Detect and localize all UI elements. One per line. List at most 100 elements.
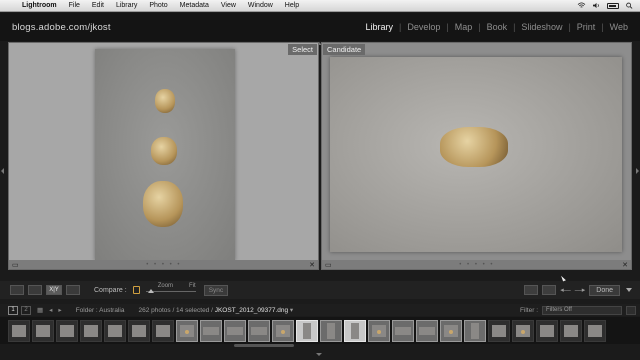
filmstrip-thumbnail[interactable] xyxy=(440,319,462,342)
lock-icon[interactable] xyxy=(132,286,140,294)
compare-label: Compare : xyxy=(94,286,127,294)
filmstrip-thumbnail[interactable] xyxy=(80,319,102,342)
filmstrip-thumbnail[interactable] xyxy=(488,319,510,342)
make-select-button[interactable] xyxy=(542,285,557,295)
next-arrow-icon[interactable]: —▸ xyxy=(575,286,586,294)
candidate-close-icon[interactable]: ✕ xyxy=(622,261,628,269)
zoom-slider[interactable]: Zoom Fit xyxy=(145,283,196,295)
filmstrip-thumbnail[interactable] xyxy=(200,319,222,342)
filmstrip-thumbnail[interactable] xyxy=(56,319,78,342)
menu-window[interactable]: Window xyxy=(242,2,279,9)
swap-button[interactable] xyxy=(524,285,539,295)
battery-icon[interactable] xyxy=(607,2,619,9)
module-book[interactable]: Book xyxy=(481,22,514,32)
candidate-star-rating[interactable]: ▭ xyxy=(325,261,332,269)
sync-button[interactable]: Sync xyxy=(203,284,229,296)
filmstrip-thumbnail[interactable] xyxy=(248,319,270,342)
filmstrip-thumbnail[interactable] xyxy=(152,319,174,342)
filmstrip-thumbnail[interactable] xyxy=(32,319,54,342)
mouse-cursor-icon xyxy=(561,274,566,282)
filmstrip-thumbnail[interactable] xyxy=(128,319,150,342)
zoom-label: Zoom xyxy=(157,283,174,289)
module-slideshow[interactable]: Slideshow xyxy=(515,22,568,32)
filmstrip-thumbnail[interactable] xyxy=(320,319,342,342)
lightroom-top-panel: blogs.adobe.com/jkost Library | Develop … xyxy=(0,13,640,41)
back-arrow-icon[interactable]: ◂ xyxy=(49,306,52,314)
toolbar-options-chevron-down-icon[interactable] xyxy=(626,288,632,292)
select-photo[interactable] xyxy=(95,49,235,261)
loupe-view-button[interactable] xyxy=(28,285,42,295)
filmstrip-thumbnail[interactable] xyxy=(536,319,558,342)
menu-view[interactable]: View xyxy=(215,2,242,9)
candidate-photo[interactable] xyxy=(330,57,622,252)
candidate-pane-footer: ▭ • • • • • ✕ xyxy=(322,260,631,269)
filmstrip-thumbnail[interactable] xyxy=(512,319,534,342)
filmstrip-thumbnail[interactable] xyxy=(392,319,414,342)
filter-dropdown[interactable]: Filters Off xyxy=(542,305,622,315)
walnut-large-image xyxy=(143,181,183,227)
volume-icon[interactable] xyxy=(592,2,601,9)
candidate-rating-dots[interactable]: • • • • • xyxy=(459,262,494,268)
collapse-right-panel-icon[interactable] xyxy=(636,168,639,174)
module-map[interactable]: Map xyxy=(449,22,479,32)
menu-photo[interactable]: Photo xyxy=(143,2,173,9)
filmstrip-thumbnail[interactable] xyxy=(584,319,606,342)
previous-arrow-icon[interactable]: ◂— xyxy=(560,286,571,294)
select-pane-footer: ▭ • • • • • ✕ xyxy=(9,260,318,269)
filmstrip[interactable] xyxy=(0,317,640,344)
photo-count-text: 262 photos / 14 selected / xyxy=(138,307,215,314)
compare-view-button[interactable]: X|Y xyxy=(46,285,62,295)
spotlight-search-icon[interactable] xyxy=(625,2,634,9)
mac-menu-bar: Lightroom File Edit Library Photo Metada… xyxy=(0,0,640,12)
compare-candidate-pane[interactable]: Candidate ▭ • • • • • ✕ xyxy=(321,42,632,270)
module-web[interactable]: Web xyxy=(604,22,634,32)
select-close-icon[interactable]: ✕ xyxy=(309,261,315,269)
menu-metadata[interactable]: Metadata xyxy=(174,2,215,9)
menubar-status-area xyxy=(577,2,640,9)
zoom-knob[interactable] xyxy=(147,289,154,293)
filmstrip-thumbnail[interactable] xyxy=(560,319,582,342)
current-filename: JKOST_2012_09377.dng xyxy=(214,307,289,314)
filmstrip-thumbnail[interactable] xyxy=(464,319,486,342)
filmstrip-thumbnail[interactable] xyxy=(272,319,294,342)
menu-help[interactable]: Help xyxy=(279,2,305,9)
filter-group: Filter : Filters Off xyxy=(520,305,640,315)
grid-small-icon[interactable]: ▦ xyxy=(37,306,43,314)
filmstrip-thumbnail-candidate[interactable] xyxy=(296,319,318,342)
folder-breadcrumb[interactable]: Folder : Australia xyxy=(76,307,125,314)
filmstrip-thumbnail-select[interactable] xyxy=(344,319,366,342)
select-star-rating[interactable]: ▭ xyxy=(12,261,19,269)
grid-view-button[interactable] xyxy=(10,285,24,295)
module-library[interactable]: Library xyxy=(359,22,399,32)
filmstrip-thumbnail[interactable] xyxy=(224,319,246,342)
library-toolbar: X|Y Compare : Zoom Fit Sync ◂— —▸ Done xyxy=(0,281,640,299)
select-rating-dots[interactable]: • • • • • xyxy=(146,262,181,268)
compare-select-pane[interactable]: Select ▭ • • • • • ✕ xyxy=(8,42,319,270)
filmstrip-thumbnail[interactable] xyxy=(104,319,126,342)
candidate-label: Candidate xyxy=(323,44,366,55)
module-develop[interactable]: Develop xyxy=(401,22,446,32)
menu-file[interactable]: File xyxy=(63,2,86,9)
forward-arrow-icon[interactable]: ▸ xyxy=(58,306,61,314)
filmstrip-thumbnail[interactable] xyxy=(8,319,30,342)
menu-edit[interactable]: Edit xyxy=(86,2,110,9)
menu-app-lightroom[interactable]: Lightroom xyxy=(16,2,63,9)
collapse-filmstrip-icon[interactable] xyxy=(316,353,322,356)
main-window-button[interactable]: 1 xyxy=(8,305,18,315)
filmstrip-thumbnail[interactable] xyxy=(368,319,390,342)
walnut-closeup-image xyxy=(440,127,508,167)
toolbar-right-group: ◂— —▸ Done xyxy=(524,284,640,296)
photo-count[interactable]: 262 photos / 14 selected / JKOST_2012_09… xyxy=(138,306,293,314)
wifi-icon[interactable] xyxy=(577,2,586,9)
filmstrip-thumbnail[interactable] xyxy=(176,319,198,342)
fit-label: Fit xyxy=(189,283,196,289)
survey-view-button[interactable] xyxy=(66,285,80,295)
module-print[interactable]: Print xyxy=(571,22,602,32)
collapse-left-panel-icon[interactable] xyxy=(1,168,4,174)
filmstrip-scrollbar[interactable] xyxy=(234,344,294,347)
filter-lock-icon[interactable] xyxy=(626,305,636,315)
filmstrip-thumbnail[interactable] xyxy=(416,319,438,342)
menu-library[interactable]: Library xyxy=(110,2,143,9)
done-button[interactable]: Done xyxy=(589,284,620,296)
secondary-window-button[interactable]: 2 xyxy=(21,305,31,315)
